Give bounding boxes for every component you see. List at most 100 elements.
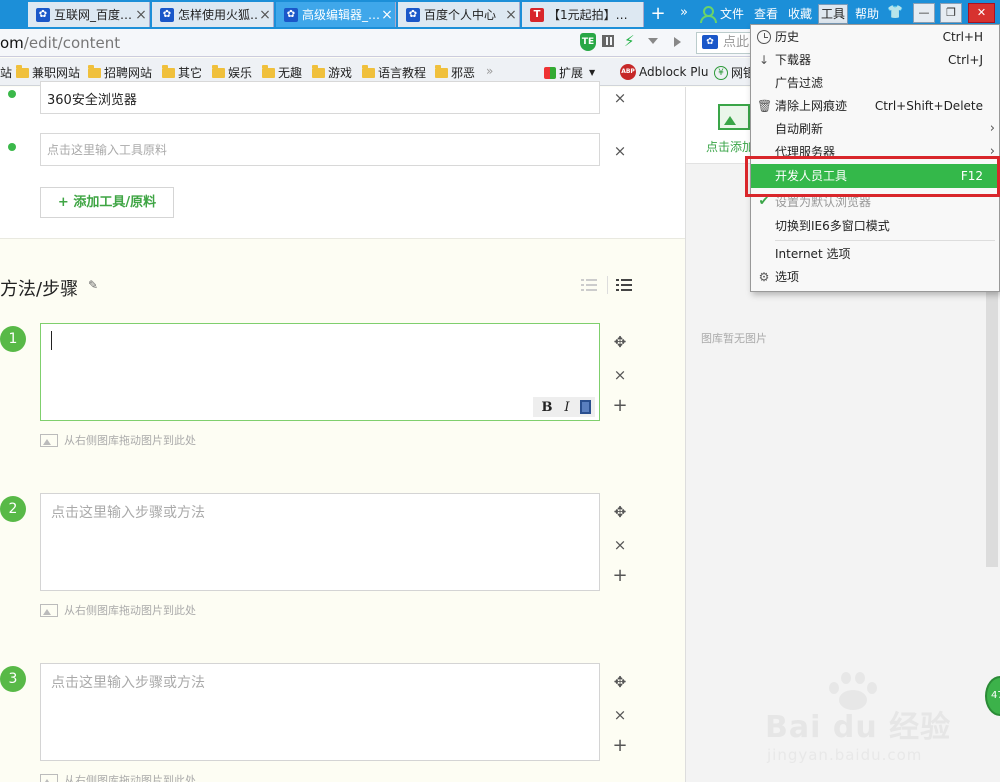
chevron-down-icon[interactable]: [648, 38, 658, 44]
menu-item-ad-filter[interactable]: 广告过滤: [751, 72, 999, 94]
drag-image-hint: 从右侧图库拖动图片到此处: [40, 602, 196, 618]
move-step-icon[interactable]: ✥: [612, 334, 628, 350]
lightning-icon[interactable]: ⚡: [624, 32, 635, 50]
numbered-list-icon[interactable]: [581, 278, 597, 292]
bank-button[interactable]: ¥ 网银: [714, 64, 755, 81]
baidu-paw-icon: ✿: [160, 7, 174, 22]
tab-label: 百度个人中心: [424, 8, 497, 22]
bookmark-folder[interactable]: 招聘网站: [88, 64, 152, 81]
baidu-jingyan-watermark: Bai du 经验 jingyan.baidu.com: [765, 672, 995, 780]
tab-close-icon[interactable]: ×: [503, 7, 519, 23]
remove-step-button[interactable]: ×: [612, 537, 628, 553]
tab-baidu-personal[interactable]: ✿ 百度个人中心 ×: [398, 2, 520, 27]
qr-code-icon[interactable]: [602, 35, 614, 47]
step-input[interactable]: 点击这里输入步骤或方法: [40, 493, 600, 591]
bookmark-folder[interactable]: 游戏: [312, 64, 352, 81]
adblock-button[interactable]: ABP Adblock Plu: [620, 64, 708, 80]
baidu-paw-icon[interactable]: ✿: [702, 35, 718, 49]
menu-item-history[interactable]: 历史 Ctrl+H: [751, 26, 999, 48]
menu-view[interactable]: 查看: [754, 4, 778, 24]
t-logo-icon: T: [530, 7, 544, 22]
pencil-icon[interactable]: ✎: [88, 278, 98, 292]
bullet-list-icon[interactable]: [616, 278, 632, 292]
remove-step-button[interactable]: ×: [612, 707, 628, 723]
menu-help[interactable]: 帮助: [855, 4, 879, 24]
bookmark-folder[interactable]: 兼职网站: [16, 64, 80, 81]
user-icon[interactable]: [700, 6, 717, 23]
tab-label: 怎样使用火狐…: [178, 8, 257, 22]
menu-item-options[interactable]: ⚙ 选项: [751, 266, 999, 288]
add-step-button[interactable]: +: [612, 737, 628, 755]
folder-icon: [162, 64, 175, 78]
bookmark-label: 邪恶: [451, 66, 476, 80]
new-tab-button[interactable]: +: [648, 4, 668, 24]
italic-button[interactable]: I: [557, 400, 577, 415]
restore-button[interactable]: ❐: [940, 3, 962, 23]
tab-auction[interactable]: T 【1元起拍】…: [522, 2, 644, 27]
minimize-button[interactable]: —: [913, 3, 935, 23]
add-step-button[interactable]: +: [612, 397, 628, 415]
folder-icon: [262, 64, 275, 78]
tab-firefox-howto[interactable]: ✿ 怎样使用火狐… ×: [152, 2, 274, 27]
tool-input[interactable]: 点击这里输入工具原料: [40, 133, 600, 166]
tab-close-icon[interactable]: ×: [379, 7, 395, 23]
drag-hint-label: 从右侧图库拖动图片到此处: [64, 774, 196, 782]
bookmark-folder[interactable]: 娱乐: [212, 64, 252, 81]
tab-internet-baidu[interactable]: ✿ 互联网_百度… ×: [28, 2, 150, 27]
remove-step-button[interactable]: ×: [612, 367, 628, 383]
bookmark-folder[interactable]: 邪恶: [435, 64, 475, 81]
menu-item-ie6-mode[interactable]: 切换到IE6多窗口模式: [751, 215, 999, 237]
tab-close-icon[interactable]: ×: [133, 7, 149, 23]
remove-tool-button[interactable]: ×: [613, 144, 627, 159]
extensions-button[interactable]: 扩展 ▼: [544, 64, 595, 81]
url-host: om: [0, 34, 24, 52]
tab-close-icon[interactable]: ×: [257, 7, 273, 23]
image-icon: [40, 773, 58, 782]
step-input[interactable]: 点击这里输入步骤或方法: [40, 663, 600, 761]
bookmark-folder[interactable]: 无趣: [262, 64, 302, 81]
menu-item-auto-refresh[interactable]: 自动刷新 ›: [751, 118, 999, 140]
menu-file[interactable]: 文件: [720, 4, 744, 24]
folder-icon: [362, 64, 375, 78]
bold-button[interactable]: B: [537, 400, 557, 415]
bullet-icon: [8, 143, 16, 151]
move-step-icon[interactable]: ✥: [612, 504, 628, 520]
bookmark-folder[interactable]: 语言教程: [362, 64, 426, 81]
menu-item-downloader[interactable]: ↓ 下载器 Ctrl+J: [751, 49, 999, 71]
menu-item-internet-options[interactable]: Internet 选项: [751, 243, 999, 265]
menu-item-label: 清除上网痕迹: [775, 99, 848, 113]
menu-item-clear-traces[interactable]: 🗑 清除上网痕迹 Ctrl+Shift+Delete: [751, 95, 999, 117]
close-window-button[interactable]: ✕: [968, 3, 995, 23]
menu-item-shortcut: Ctrl+J: [948, 53, 983, 67]
yuan-icon: ¥: [714, 65, 728, 80]
menu-favorites[interactable]: 收藏: [788, 4, 812, 24]
url-field[interactable]: om/edit/content: [0, 34, 120, 52]
tab-overflow-icon[interactable]: »: [680, 5, 688, 20]
bookmark-label: 娱乐: [228, 66, 253, 80]
remove-tool-button[interactable]: ×: [613, 91, 627, 106]
video-icon[interactable]: [580, 400, 591, 414]
steps-title: 方法/步骤: [0, 279, 79, 300]
add-step-button[interactable]: +: [612, 567, 628, 585]
highlight-callout-box: [745, 156, 1000, 197]
image-icon: [40, 603, 58, 617]
menu-item-label: 自动刷新: [775, 122, 824, 136]
menu-item-shortcut: Ctrl+Shift+Delete: [874, 99, 983, 113]
add-image-icon[interactable]: [718, 104, 750, 130]
tab-advanced-editor[interactable]: ✿ 高级编辑器_… ×: [276, 2, 396, 27]
tools-section: 360安全浏览器 × 点击这里输入工具原料 × + 添加工具/原料: [0, 81, 685, 239]
bookmark-folder[interactable]: 其它: [162, 64, 202, 81]
play-icon[interactable]: [674, 37, 681, 47]
url-path: /edit/content: [23, 34, 121, 52]
bookmark-item[interactable]: 站: [0, 64, 12, 81]
bookmarks-overflow-icon[interactable]: »: [486, 64, 493, 78]
folder-icon: [16, 64, 29, 78]
move-step-icon[interactable]: ✥: [612, 674, 628, 690]
menu-tools[interactable]: 工具: [818, 4, 849, 24]
baidu-paw-icon: ✿: [284, 7, 298, 22]
step-input[interactable]: B I: [40, 323, 600, 421]
tool-input[interactable]: 360安全浏览器: [40, 81, 600, 114]
add-tool-button[interactable]: + 添加工具/原料: [40, 187, 174, 218]
skin-icon[interactable]: 👕: [887, 6, 903, 20]
security-shield-icon[interactable]: TE: [580, 33, 596, 51]
